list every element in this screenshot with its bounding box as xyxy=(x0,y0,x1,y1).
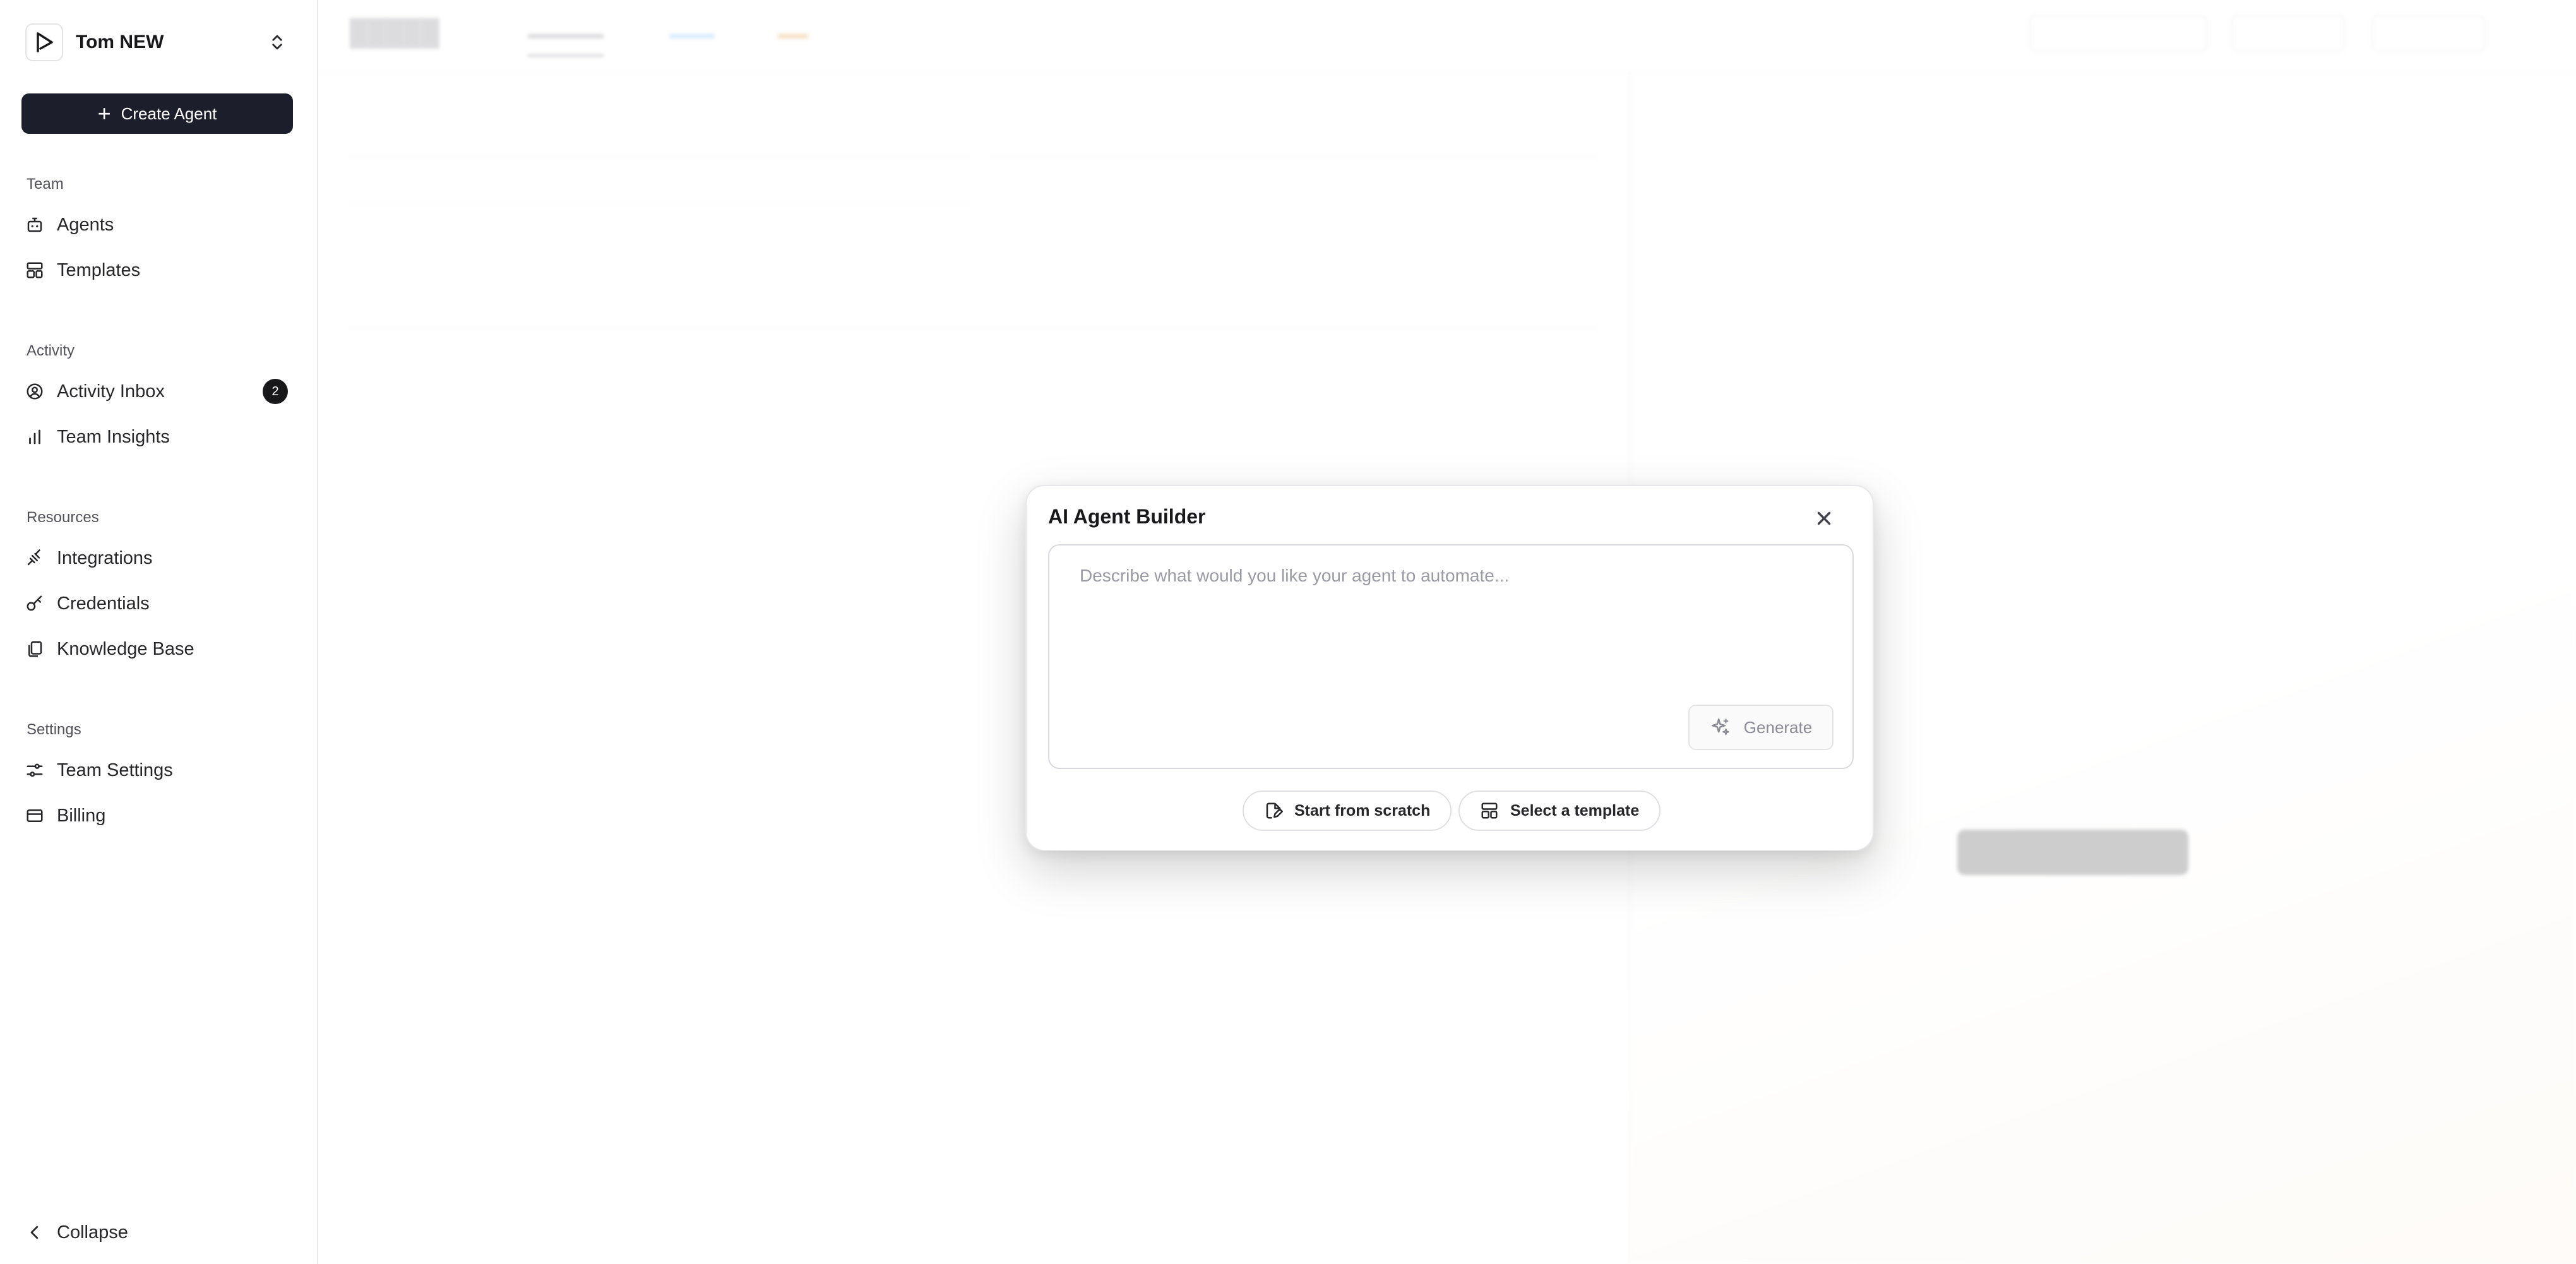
inbox-count-badge: 2 xyxy=(263,379,288,404)
plug-icon xyxy=(27,549,40,566)
sidebar-item-label: Credentials xyxy=(57,593,150,614)
agent-description-input[interactable] xyxy=(1080,566,1825,692)
select-template-label: Select a template xyxy=(1510,801,1640,820)
sidebar-item-label: Knowledge Base xyxy=(57,638,194,659)
credit-card-icon xyxy=(27,809,43,822)
bot-icon xyxy=(27,217,42,232)
bar-chart-icon xyxy=(29,429,40,444)
play-logo-icon xyxy=(37,32,53,52)
start-from-scratch-button[interactable]: Start from scratch xyxy=(1243,790,1452,831)
sidebar-item-credentials[interactable]: Credentials xyxy=(25,587,293,620)
sidebar-item-integrations[interactable]: Integrations xyxy=(25,542,293,575)
dialog-title: AI Agent Builder xyxy=(1048,505,1206,528)
close-icon[interactable] xyxy=(1813,508,1835,529)
user-circle-icon xyxy=(27,383,43,400)
key-icon xyxy=(27,595,42,611)
section-label-team: Team xyxy=(27,176,64,193)
sidebar-item-label: Activity Inbox xyxy=(57,381,165,402)
sidebar-item-knowledge-base[interactable]: Knowledge Base xyxy=(25,633,293,665)
sidebar-item-label: Team Insights xyxy=(57,426,170,447)
create-agent-button[interactable]: + Create Agent xyxy=(21,93,293,134)
ai-agent-builder-dialog: AI Agent Builder Generate Start from scr… xyxy=(1025,485,1874,851)
sidebar-item-activity-inbox[interactable]: Activity Inbox 2 xyxy=(25,375,293,408)
generate-button[interactable]: Generate xyxy=(1688,705,1834,750)
sidebar-item-label: Team Settings xyxy=(57,760,173,780)
sparkles-icon xyxy=(1711,718,1729,736)
sidebar-item-label: Agents xyxy=(57,214,114,235)
section-label-activity: Activity xyxy=(27,342,75,359)
sidebar-item-team-insights[interactable]: Team Insights xyxy=(25,420,293,453)
sidebar: Tom NEW + Create Agent Team Agents Templ… xyxy=(0,0,318,1264)
team-logo xyxy=(25,23,63,61)
section-label-resources: Resources xyxy=(27,509,99,526)
sidebar-item-label: Integrations xyxy=(57,547,153,568)
sidebar-item-agents[interactable]: Agents xyxy=(25,208,293,241)
sidebar-item-templates[interactable]: Templates xyxy=(25,254,293,287)
chevron-left-icon xyxy=(30,1225,39,1239)
prompt-container: Generate xyxy=(1048,544,1854,769)
team-switcher[interactable]: Tom NEW xyxy=(25,21,293,63)
layout-template-icon xyxy=(1481,802,1498,819)
collapse-sidebar-button[interactable]: Collapse xyxy=(25,1216,293,1249)
collapse-label: Collapse xyxy=(57,1222,128,1243)
team-name: Tom NEW xyxy=(76,32,164,52)
sidebar-item-billing[interactable]: Billing xyxy=(25,799,293,832)
create-agent-label: Create Agent xyxy=(121,104,217,123)
chevron-up-down-icon xyxy=(272,35,282,50)
sidebar-item-label: Templates xyxy=(57,259,141,280)
section-label-settings: Settings xyxy=(27,721,81,738)
generate-label: Generate xyxy=(1743,717,1813,737)
settings-sliders-icon xyxy=(27,763,43,777)
select-template-button[interactable]: Select a template xyxy=(1458,790,1661,831)
file-pen-icon xyxy=(1266,802,1283,819)
layout-template-icon xyxy=(27,262,43,278)
sidebar-item-label: Billing xyxy=(57,805,106,826)
copy-document-icon xyxy=(28,641,42,657)
sidebar-item-team-settings[interactable]: Team Settings xyxy=(25,754,293,787)
start-from-scratch-label: Start from scratch xyxy=(1294,801,1431,820)
plus-icon: + xyxy=(97,100,111,126)
